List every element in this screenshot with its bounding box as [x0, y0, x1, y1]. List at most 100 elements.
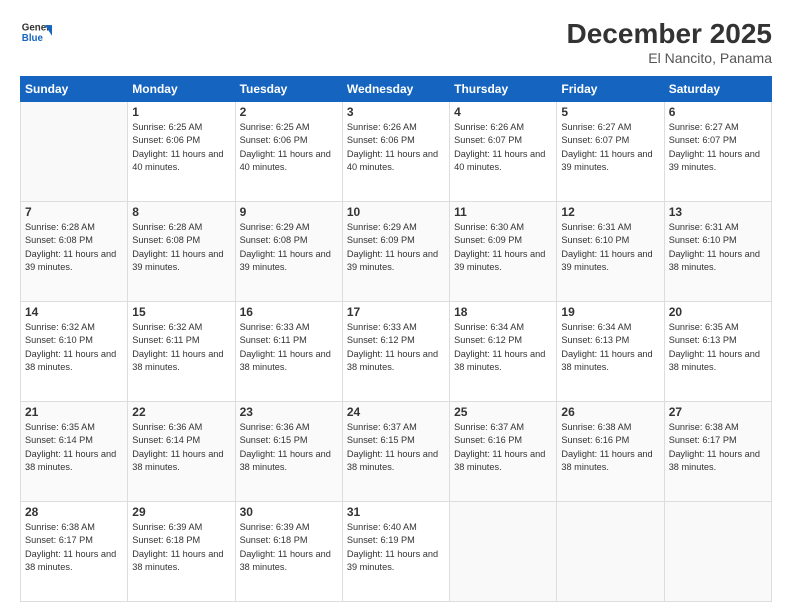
cell-info: Sunrise: 6:38 AMSunset: 6:17 PMDaylight:…: [25, 521, 123, 574]
day-of-week-header: Tuesday: [235, 77, 342, 102]
calendar-week-row: 14 Sunrise: 6:32 AMSunset: 6:10 PMDayligh…: [21, 302, 772, 402]
day-number: 19: [561, 305, 659, 319]
cell-info: Sunrise: 6:36 AMSunset: 6:14 PMDaylight:…: [132, 421, 230, 474]
logo: General Blue: [20, 18, 52, 50]
calendar-cell: 28Sunrise: 6:38 AMSunset: 6:17 PMDayligh…: [21, 502, 128, 602]
cell-info: Sunrise: 6:29 AMSunset: 6:09 PMDaylight:…: [347, 221, 445, 274]
calendar-cell: 23 Sunrise: 6:36 AMSunset: 6:15 PMDayligh…: [235, 402, 342, 502]
calendar-cell: 16 Sunrise: 6:33 AMSunset: 6:11 PMDayligh…: [235, 302, 342, 402]
title-month: December 2025: [567, 18, 772, 50]
day-number: 10: [347, 205, 445, 219]
cell-info: Sunrise: 6:26 AMSunset: 6:06 PMDaylight:…: [347, 121, 445, 174]
day-number: 7: [25, 205, 123, 219]
calendar-cell: 5 Sunrise: 6:27 AMSunset: 6:07 PMDaylight…: [557, 102, 664, 202]
calendar-week-row: 1 Sunrise: 6:25 AMSunset: 6:06 PMDaylight…: [21, 102, 772, 202]
day-number: 4: [454, 105, 552, 119]
page: General Blue December 2025 El Nancito, P…: [0, 0, 792, 612]
calendar-cell: 13 Sunrise: 6:31 AMSunset: 6:10 PMDayligh…: [664, 202, 771, 302]
day-number: 27: [669, 405, 767, 419]
day-number: 21: [25, 405, 123, 419]
day-of-week-header: Monday: [128, 77, 235, 102]
day-number: 22: [132, 405, 230, 419]
day-number: 25: [454, 405, 552, 419]
calendar-cell: 14 Sunrise: 6:32 AMSunset: 6:10 PMDayligh…: [21, 302, 128, 402]
day-number: 26: [561, 405, 659, 419]
calendar-cell: 25Sunrise: 6:37 AMSunset: 6:16 PMDayligh…: [450, 402, 557, 502]
logo-icon: General Blue: [20, 18, 52, 50]
day-of-week-header: Wednesday: [342, 77, 449, 102]
calendar-cell: 9Sunrise: 6:29 AMSunset: 6:08 PMDaylight…: [235, 202, 342, 302]
calendar-cell: 3Sunrise: 6:26 AMSunset: 6:06 PMDaylight…: [342, 102, 449, 202]
calendar-cell: 8 Sunrise: 6:28 AMSunset: 6:08 PMDaylight…: [128, 202, 235, 302]
day-of-week-header: Friday: [557, 77, 664, 102]
day-number: 31: [347, 505, 445, 519]
calendar-cell: 12 Sunrise: 6:31 AMSunset: 6:10 PMDayligh…: [557, 202, 664, 302]
calendar-cell: 18 Sunrise: 6:34 AMSunset: 6:12 PMDayligh…: [450, 302, 557, 402]
day-number: 6: [669, 105, 767, 119]
calendar-week-row: 28Sunrise: 6:38 AMSunset: 6:17 PMDayligh…: [21, 502, 772, 602]
calendar-cell: 1 Sunrise: 6:25 AMSunset: 6:06 PMDaylight…: [128, 102, 235, 202]
day-number: 8: [132, 205, 230, 219]
title-location: El Nancito, Panama: [567, 50, 772, 66]
svg-text:Blue: Blue: [22, 33, 44, 44]
calendar-cell: 17 Sunrise: 6:33 AMSunset: 6:12 PMDayligh…: [342, 302, 449, 402]
cell-info: Sunrise: 6:25 AMSunset: 6:06 PMDaylight:…: [240, 121, 338, 174]
day-number: 24: [347, 405, 445, 419]
day-of-week-header: Sunday: [21, 77, 128, 102]
cell-info: Sunrise: 6:32 AMSunset: 6:11 PMDaylight:…: [132, 321, 230, 374]
calendar-cell: 11Sunrise: 6:30 AMSunset: 6:09 PMDayligh…: [450, 202, 557, 302]
day-number: 17: [347, 305, 445, 319]
cell-info: Sunrise: 6:28 AMSunset: 6:08 PMDaylight:…: [25, 221, 123, 274]
calendar-cell: 22 Sunrise: 6:36 AMSunset: 6:14 PMDayligh…: [128, 402, 235, 502]
calendar-cell: 20Sunrise: 6:35 AMSunset: 6:13 PMDayligh…: [664, 302, 771, 402]
cell-info: Sunrise: 6:38 AMSunset: 6:16 PMDaylight:…: [561, 421, 659, 474]
day-number: 1: [132, 105, 230, 119]
calendar-cell: 31 Sunrise: 6:40 AMSunset: 6:19 PMDayligh…: [342, 502, 449, 602]
day-number: 23: [240, 405, 338, 419]
day-number: 29: [132, 505, 230, 519]
calendar-week-row: 7 Sunrise: 6:28 AMSunset: 6:08 PMDaylight…: [21, 202, 772, 302]
cell-info: Sunrise: 6:25 AMSunset: 6:06 PMDaylight:…: [132, 121, 230, 174]
day-number: 5: [561, 105, 659, 119]
calendar-cell: 2 Sunrise: 6:25 AMSunset: 6:06 PMDaylight…: [235, 102, 342, 202]
cell-info: Sunrise: 6:30 AMSunset: 6:09 PMDaylight:…: [454, 221, 552, 274]
cell-info: Sunrise: 6:34 AMSunset: 6:12 PMDaylight:…: [454, 321, 552, 374]
cell-info: Sunrise: 6:31 AMSunset: 6:10 PMDaylight:…: [669, 221, 767, 274]
cell-info: Sunrise: 6:33 AMSunset: 6:12 PMDaylight:…: [347, 321, 445, 374]
cell-info: Sunrise: 6:26 AMSunset: 6:07 PMDaylight:…: [454, 121, 552, 174]
cell-info: Sunrise: 6:35 AMSunset: 6:14 PMDaylight:…: [25, 421, 123, 474]
cell-info: Sunrise: 6:40 AMSunset: 6:19 PMDaylight:…: [347, 521, 445, 574]
calendar-cell: 19 Sunrise: 6:34 AMSunset: 6:13 PMDayligh…: [557, 302, 664, 402]
calendar-cell: 30Sunrise: 6:39 AMSunset: 6:18 PMDayligh…: [235, 502, 342, 602]
day-number: 14: [25, 305, 123, 319]
calendar-cell: 26 Sunrise: 6:38 AMSunset: 6:16 PMDayligh…: [557, 402, 664, 502]
cell-info: Sunrise: 6:31 AMSunset: 6:10 PMDaylight:…: [561, 221, 659, 274]
cell-info: Sunrise: 6:32 AMSunset: 6:10 PMDaylight:…: [25, 321, 123, 374]
calendar-cell: 7 Sunrise: 6:28 AMSunset: 6:08 PMDaylight…: [21, 202, 128, 302]
calendar-cell: 4 Sunrise: 6:26 AMSunset: 6:07 PMDaylight…: [450, 102, 557, 202]
cell-info: Sunrise: 6:33 AMSunset: 6:11 PMDaylight:…: [240, 321, 338, 374]
cell-info: Sunrise: 6:27 AMSunset: 6:07 PMDaylight:…: [669, 121, 767, 174]
calendar-cell: 24Sunrise: 6:37 AMSunset: 6:15 PMDayligh…: [342, 402, 449, 502]
title-block: December 2025 El Nancito, Panama: [567, 18, 772, 66]
day-number: 18: [454, 305, 552, 319]
calendar-cell: [450, 502, 557, 602]
day-number: 15: [132, 305, 230, 319]
cell-info: Sunrise: 6:39 AMSunset: 6:18 PMDaylight:…: [132, 521, 230, 574]
cell-info: Sunrise: 6:27 AMSunset: 6:07 PMDaylight:…: [561, 121, 659, 174]
calendar-cell: 27Sunrise: 6:38 AMSunset: 6:17 PMDayligh…: [664, 402, 771, 502]
day-of-week-header: Saturday: [664, 77, 771, 102]
cell-info: Sunrise: 6:28 AMSunset: 6:08 PMDaylight:…: [132, 221, 230, 274]
cell-info: Sunrise: 6:29 AMSunset: 6:08 PMDaylight:…: [240, 221, 338, 274]
day-number: 16: [240, 305, 338, 319]
day-number: 12: [561, 205, 659, 219]
calendar-cell: 29 Sunrise: 6:39 AMSunset: 6:18 PMDayligh…: [128, 502, 235, 602]
cell-info: Sunrise: 6:34 AMSunset: 6:13 PMDaylight:…: [561, 321, 659, 374]
day-number: 13: [669, 205, 767, 219]
cell-info: Sunrise: 6:36 AMSunset: 6:15 PMDaylight:…: [240, 421, 338, 474]
day-of-week-header: Thursday: [450, 77, 557, 102]
cell-info: Sunrise: 6:39 AMSunset: 6:18 PMDaylight:…: [240, 521, 338, 574]
calendar-cell: [557, 502, 664, 602]
calendar-header-row: SundayMondayTuesdayWednesdayThursdayFrid…: [21, 77, 772, 102]
day-number: 2: [240, 105, 338, 119]
